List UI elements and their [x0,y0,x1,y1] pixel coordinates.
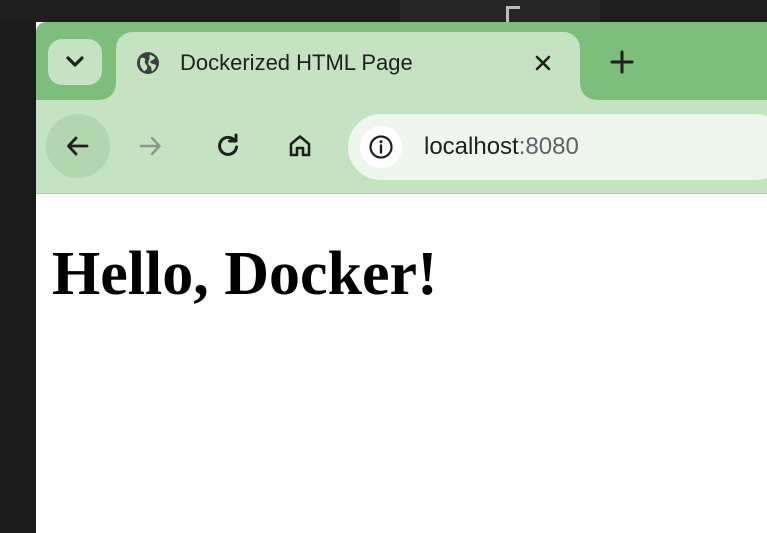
back-button[interactable] [46,114,110,178]
address-bar[interactable]: localhost:8080 [348,114,767,180]
tab-active[interactable]: Dockerized HTML Page [116,32,580,100]
tab-curve-right [580,84,596,100]
chevron-down-icon [66,56,84,67]
url-text[interactable]: localhost:8080 [424,132,579,162]
globe-icon [136,51,160,75]
background-window-segment [400,0,600,22]
close-icon [535,55,551,71]
tab-strip: Dockerized HTML Page [36,22,767,100]
background-glyph [506,6,520,22]
tab-title: Dockerized HTML Page [180,50,413,75]
new-tab-button[interactable] [608,48,636,76]
arrow-left-icon [67,136,89,156]
plus-icon [610,50,634,74]
desktop-background [0,0,36,533]
arrow-right-icon [139,136,161,156]
page-heading: Hello, Docker! [52,240,438,308]
tab-search-button[interactable] [48,39,102,85]
browser-window: Dockerized HTML Page localhost:8080 Hell… [36,22,767,533]
tab-curve-left [100,84,116,100]
background-window-top [0,0,767,22]
reload-button[interactable] [196,114,260,178]
browser-toolbar: localhost:8080 [36,100,767,194]
info-icon [369,135,393,159]
page-viewport: Hello, Docker! [36,194,767,533]
home-button[interactable] [268,114,332,178]
home-icon [289,135,311,157]
site-info-button[interactable] [360,126,402,168]
url-host: localhost [424,133,519,160]
url-port: :8080 [518,133,579,160]
screen: Dockerized HTML Page localhost:8080 Hell… [0,0,767,533]
reload-icon [218,133,238,156]
forward-button[interactable] [118,114,182,178]
tab-close-button[interactable] [530,50,556,76]
